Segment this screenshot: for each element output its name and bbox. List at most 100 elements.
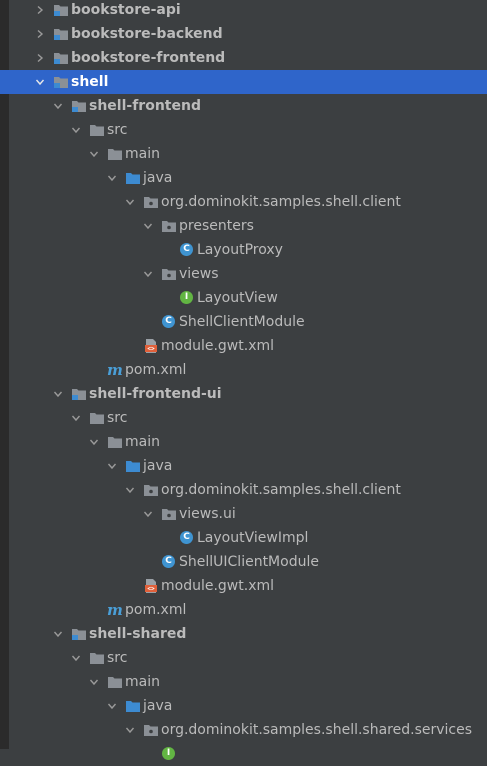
svg-text:<>: <> bbox=[147, 586, 155, 593]
tree-row-src[interactable]: src bbox=[0, 118, 487, 142]
tree-row-module-gwt-xml[interactable]: <> module.gwt.xml bbox=[0, 574, 487, 598]
svg-text:<>: <> bbox=[147, 346, 155, 353]
chevron-down-icon[interactable] bbox=[106, 172, 118, 184]
folder-icon bbox=[107, 674, 123, 690]
chevron-down-icon[interactable] bbox=[52, 628, 64, 640]
tree-row-shell-frontend-ui[interactable]: shell-frontend-ui bbox=[0, 382, 487, 406]
tree-row-bookstore-api[interactable]: bookstore-api bbox=[0, 0, 487, 22]
chevron-down-icon[interactable] bbox=[88, 676, 100, 688]
tree-row-label: ShellUIClientModule bbox=[179, 554, 319, 570]
tree-row-label: java bbox=[143, 458, 173, 474]
tree-row-label: main bbox=[125, 674, 160, 690]
chevron-down-icon[interactable] bbox=[52, 388, 64, 400]
chevron-right-icon[interactable] bbox=[34, 4, 46, 16]
chevron-down-icon[interactable] bbox=[70, 652, 82, 664]
tree-row-bookstore-frontend[interactable]: bookstore-frontend bbox=[0, 46, 487, 70]
package-icon bbox=[143, 482, 159, 498]
chevron-down-icon[interactable] bbox=[124, 484, 136, 496]
project-tree[interactable]: bookstore-api bookstore-backend bookstore-… bbox=[0, 0, 487, 766]
tree-row-views[interactable]: views bbox=[0, 262, 487, 286]
tree-row-main[interactable]: main bbox=[0, 430, 487, 454]
package-icon bbox=[161, 266, 177, 282]
tree-row-org-dominokit-samples-shell-client[interactable]: org.dominokit.samples.shell.client bbox=[0, 190, 487, 214]
tree-row-java[interactable]: java bbox=[0, 694, 487, 718]
tree-row-label: org.dominokit.samples.shell.client bbox=[161, 194, 401, 210]
chevron-down-icon[interactable] bbox=[70, 412, 82, 424]
class-icon: C bbox=[161, 554, 177, 570]
xml-file-icon: <> bbox=[143, 578, 159, 594]
tree-row-label: bookstore-frontend bbox=[71, 50, 226, 66]
tree-row-pom-xml[interactable]: m pom.xml bbox=[0, 598, 487, 622]
interface-icon: I bbox=[161, 746, 177, 762]
tree-row-label: module.gwt.xml bbox=[161, 338, 275, 354]
module-folder-icon bbox=[71, 98, 87, 114]
tree-row-label: bookstore-backend bbox=[71, 26, 223, 42]
folder-icon bbox=[107, 146, 123, 162]
tree-row-label: LayoutViewImpl bbox=[197, 530, 309, 546]
tree-row-main[interactable]: main bbox=[0, 670, 487, 694]
tree-row-src[interactable]: src bbox=[0, 646, 487, 670]
module-folder-icon bbox=[53, 2, 69, 18]
chevron-right-icon[interactable] bbox=[34, 52, 46, 64]
chevron-down-icon[interactable] bbox=[142, 220, 154, 232]
chevron-down-icon[interactable] bbox=[70, 124, 82, 136]
tree-row-layoutviewimpl[interactable]: C LayoutViewImpl bbox=[0, 526, 487, 550]
module-folder-icon bbox=[71, 386, 87, 402]
source-folder-icon bbox=[125, 458, 141, 474]
tree-row-module-gwt-xml[interactable]: <> module.gwt.xml bbox=[0, 334, 487, 358]
tree-row-org-dominokit-samples-shell-shared-services[interactable]: org.dominokit.samples.shell.shared.servi… bbox=[0, 718, 487, 742]
source-folder-icon bbox=[125, 698, 141, 714]
chevron-down-icon[interactable] bbox=[106, 460, 118, 472]
tree-row-label: shell-shared bbox=[89, 626, 187, 642]
tree-row-label: org.dominokit.samples.shell.client bbox=[161, 482, 401, 498]
maven-icon: m bbox=[107, 601, 123, 619]
chevron-down-icon[interactable] bbox=[106, 700, 118, 712]
tree-row-pom-xml[interactable]: m pom.xml bbox=[0, 358, 487, 382]
tree-row-views-ui[interactable]: views.ui bbox=[0, 502, 487, 526]
module-folder-icon bbox=[53, 26, 69, 42]
tree-row-java[interactable]: java bbox=[0, 454, 487, 478]
tree-row-shell-shared[interactable]: shell-shared bbox=[0, 622, 487, 646]
chevron-down-icon[interactable] bbox=[88, 148, 100, 160]
tree-row-row[interactable]: I bbox=[0, 742, 487, 766]
tree-row-presenters[interactable]: presenters bbox=[0, 214, 487, 238]
tree-row-label: src bbox=[107, 122, 128, 138]
module-folder-icon bbox=[53, 74, 69, 90]
tree-row-java[interactable]: java bbox=[0, 166, 487, 190]
chevron-down-icon[interactable] bbox=[52, 100, 64, 112]
tree-row-label: shell-frontend bbox=[89, 98, 201, 114]
class-icon: C bbox=[179, 242, 195, 258]
tree-row-shellclientmodule[interactable]: C ShellClientModule bbox=[0, 310, 487, 334]
tree-row-shelluiclientmodule[interactable]: C ShellUIClientModule bbox=[0, 550, 487, 574]
tree-row-layoutproxy[interactable]: C LayoutProxy bbox=[0, 238, 487, 262]
chevron-right-icon[interactable] bbox=[34, 28, 46, 40]
class-icon: C bbox=[161, 314, 177, 330]
chevron-down-icon[interactable] bbox=[142, 268, 154, 280]
tree-row-layoutview[interactable]: I LayoutView bbox=[0, 286, 487, 310]
chevron-down-icon[interactable] bbox=[124, 724, 136, 736]
tree-row-main[interactable]: main bbox=[0, 142, 487, 166]
tree-row-label: org.dominokit.samples.shell.shared.servi… bbox=[161, 722, 473, 738]
module-folder-icon bbox=[53, 50, 69, 66]
source-folder-icon bbox=[125, 170, 141, 186]
folder-icon bbox=[107, 434, 123, 450]
tree-row-label: java bbox=[143, 698, 173, 714]
tree-row-label: views bbox=[179, 266, 219, 282]
tree-row-label: views.ui bbox=[179, 506, 236, 522]
chevron-down-icon[interactable] bbox=[124, 196, 136, 208]
tree-row-src[interactable]: src bbox=[0, 406, 487, 430]
tree-row-label: pom.xml bbox=[125, 602, 187, 618]
package-icon bbox=[161, 506, 177, 522]
tree-row-label: LayoutView bbox=[197, 290, 278, 306]
tree-row-label: src bbox=[107, 650, 128, 666]
tree-row-shell[interactable]: shell bbox=[0, 70, 487, 94]
chevron-down-icon[interactable] bbox=[34, 76, 46, 88]
chevron-down-icon[interactable] bbox=[88, 436, 100, 448]
folder-icon bbox=[89, 650, 105, 666]
package-icon bbox=[143, 194, 159, 210]
tree-row-bookstore-backend[interactable]: bookstore-backend bbox=[0, 22, 487, 46]
tree-row-shell-frontend[interactable]: shell-frontend bbox=[0, 94, 487, 118]
chevron-down-icon[interactable] bbox=[142, 508, 154, 520]
tree-row-label: java bbox=[143, 170, 173, 186]
tree-row-org-dominokit-samples-shell-client[interactable]: org.dominokit.samples.shell.client bbox=[0, 478, 487, 502]
